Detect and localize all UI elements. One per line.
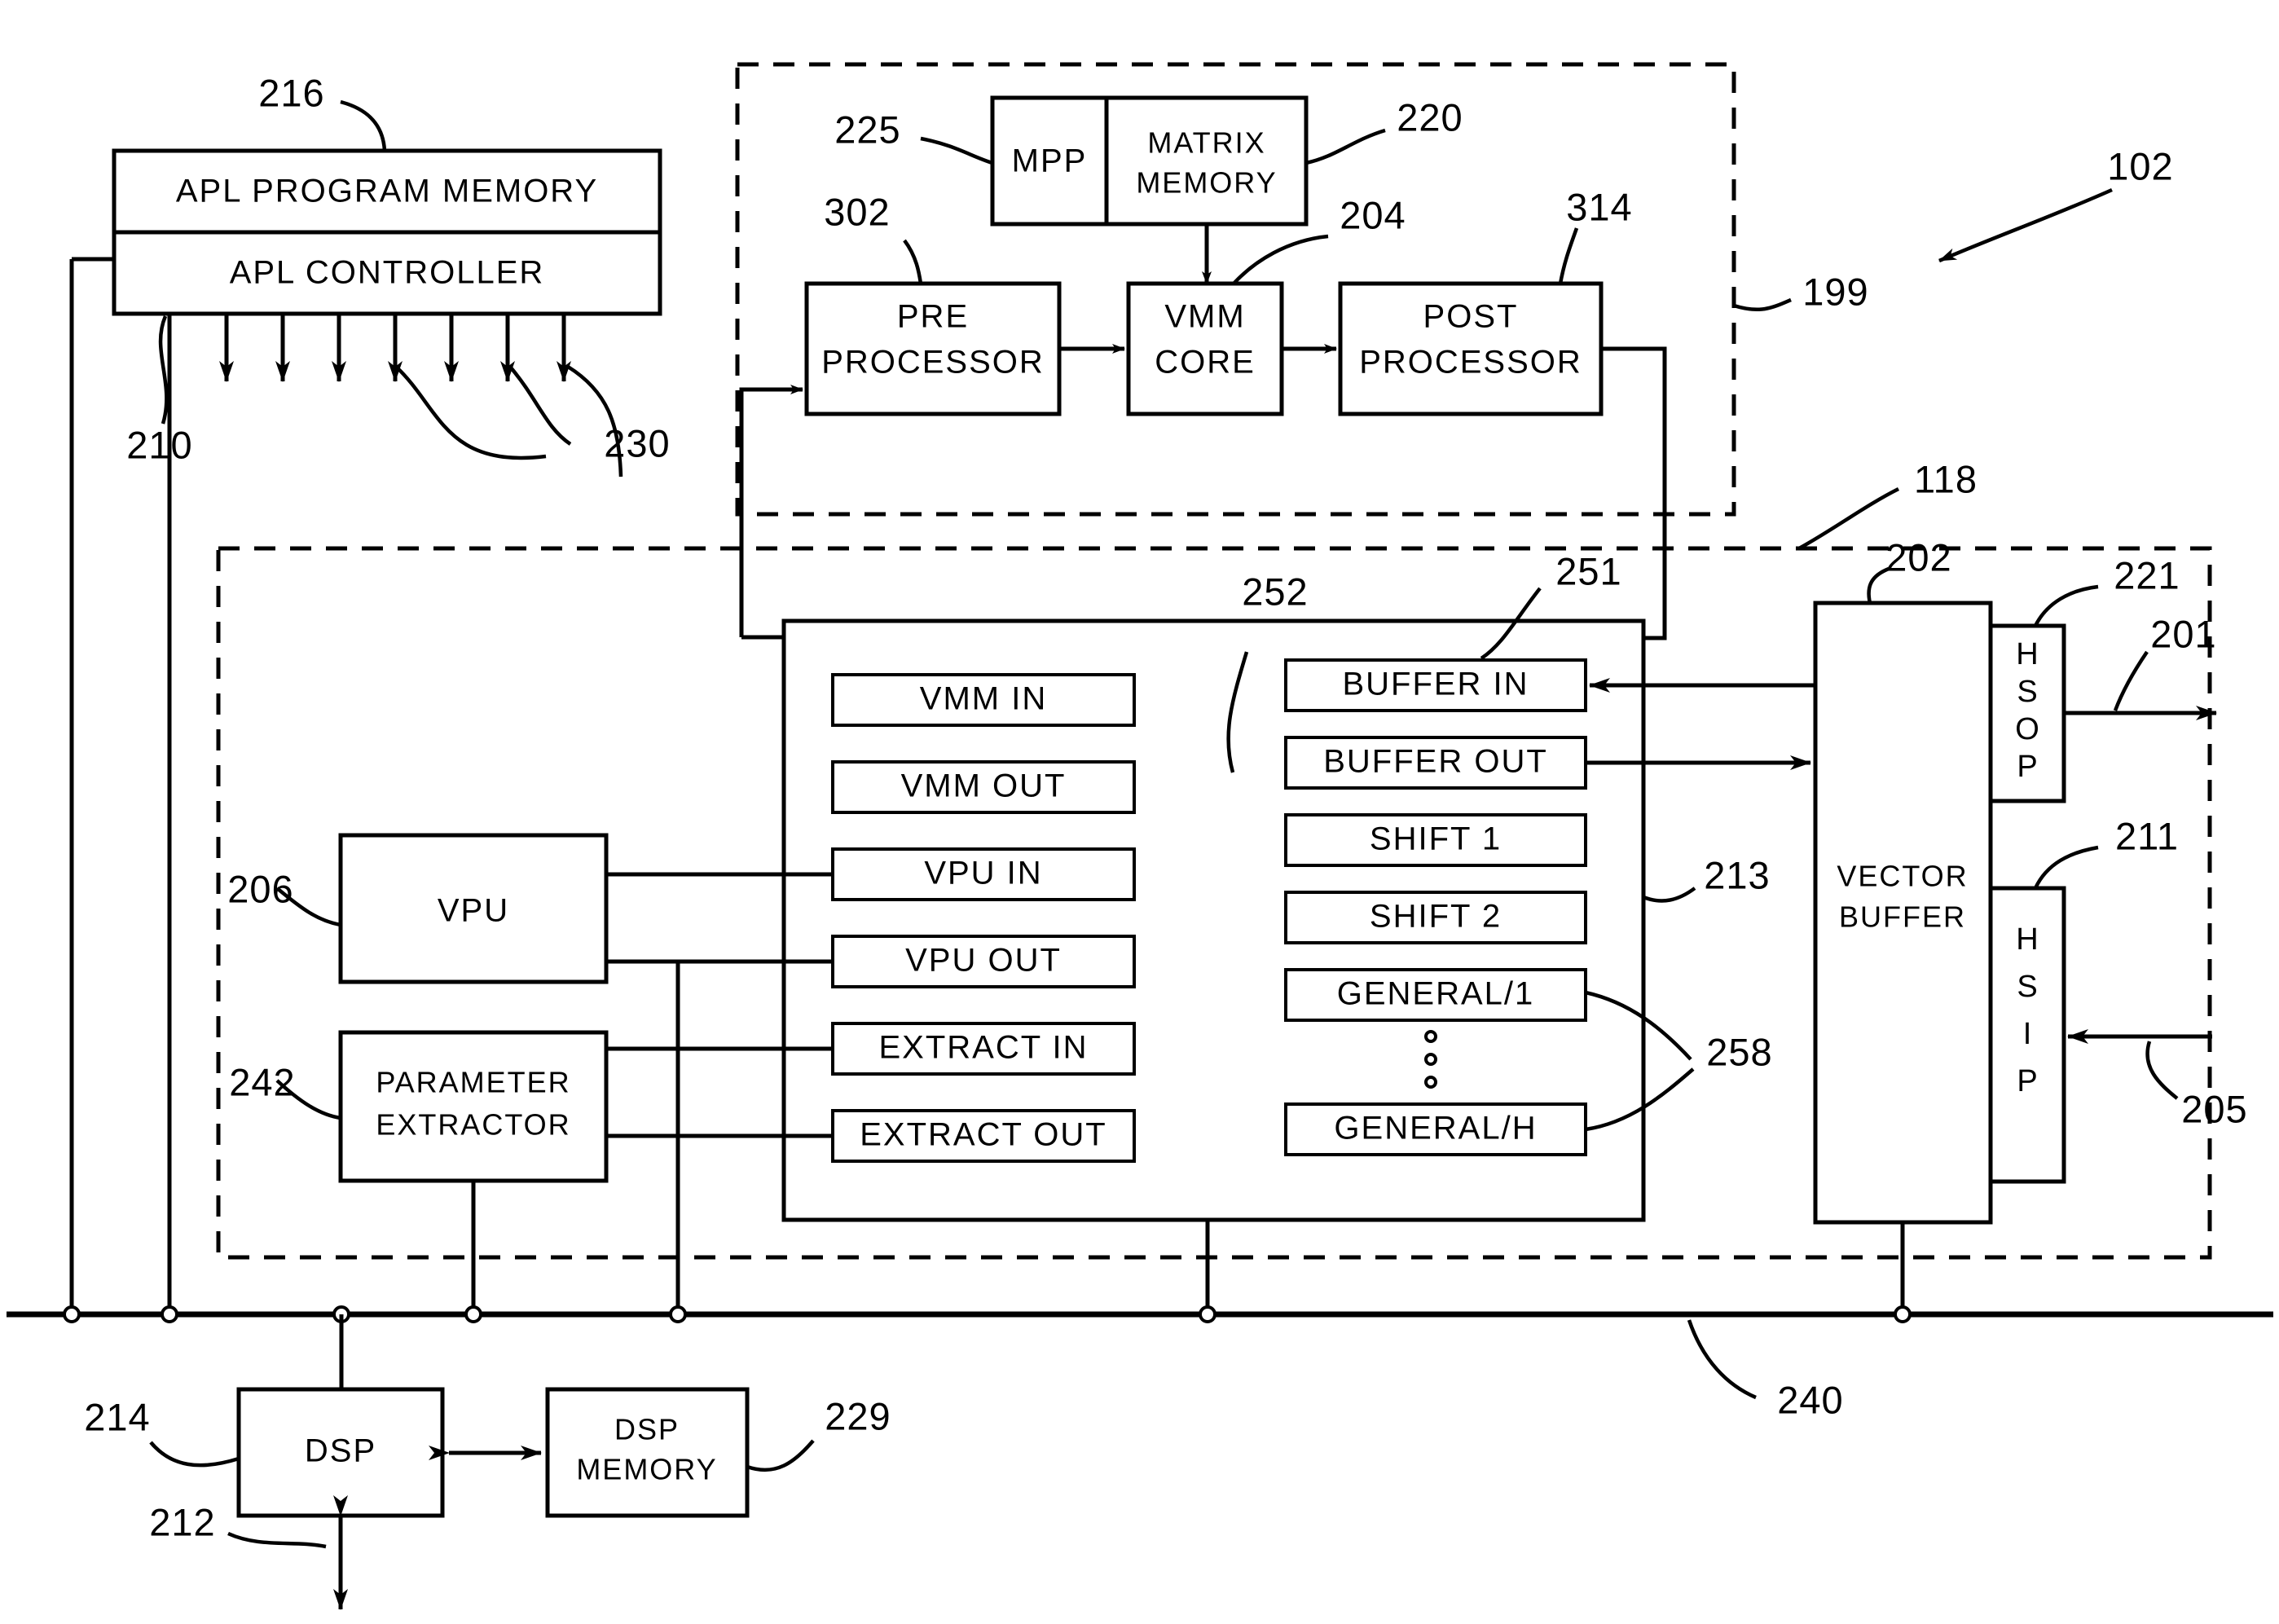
register-ellipsis: [1424, 1030, 1437, 1089]
mpp-label: MPP: [1012, 143, 1088, 179]
ref-225: 225: [834, 108, 900, 151]
svg-text:S: S: [2017, 675, 2037, 709]
lead-210: [158, 315, 169, 425]
dsp-memory-label-line2: MEMORY: [576, 1453, 717, 1486]
register-extract-out-label: EXTRACT OUT: [860, 1117, 1107, 1153]
pre-processor-label-line1: PRE: [897, 299, 969, 335]
post-processor-label-line2: PROCESSOR: [1359, 345, 1582, 381]
ref-214: 214: [84, 1395, 150, 1438]
ref-314: 314: [1566, 185, 1632, 228]
dsp-memory-label-line1: DSP: [614, 1413, 680, 1446]
parameter-extractor-label-line1: PARAMETER: [376, 1066, 570, 1099]
pre-processor-label-line2: PROCESSOR: [821, 345, 1045, 381]
svg-text:H: H: [2016, 922, 2038, 957]
register-buffer-out-label: BUFFER OUT: [1323, 744, 1548, 780]
ref-118: 118: [1914, 457, 1978, 500]
svg-text:S: S: [2017, 970, 2037, 1004]
lead-229: [746, 1439, 815, 1472]
lead-230-a: [394, 365, 547, 460]
lead-205: [2145, 1041, 2179, 1100]
lead-214: [149, 1441, 240, 1468]
ref-302: 302: [824, 190, 890, 233]
svg-text:O: O: [2015, 712, 2039, 746]
register-vpu-out-label: VPU OUT: [905, 943, 1062, 979]
ref-204: 204: [1340, 193, 1406, 236]
ref-220: 220: [1397, 95, 1463, 139]
svg-text:P: P: [2017, 750, 2037, 784]
lead-302: [903, 239, 923, 284]
lead-211: [2033, 845, 2099, 889]
register-shift-2-label: SHIFT 2: [1370, 899, 1502, 935]
apl-controller-label: APL CONTROLLER: [230, 255, 545, 291]
lead-118: [1797, 486, 1900, 550]
vector-buffer-label-line1: VECTOR: [1837, 860, 1968, 893]
ref-242: 242: [229, 1060, 295, 1103]
vector-buffer-label-line2: BUFFER: [1839, 900, 1966, 934]
register-extract-in-label: EXTRACT IN: [878, 1030, 1088, 1066]
lead-216: [340, 99, 387, 152]
figure-canvas: APL PROGRAM MEMORY APL CONTROLLER 216 21…: [7, 62, 2273, 1610]
lead-220: [1305, 128, 1386, 165]
ref-212: 212: [149, 1500, 215, 1543]
lead-225: [920, 136, 993, 165]
patent-figure: APL PROGRAM MEMORY APL CONTROLLER 216 21…: [0, 0, 2279, 1624]
ref-206: 206: [227, 867, 293, 910]
svg-text:P: P: [2017, 1064, 2037, 1098]
ref-199: 199: [1802, 270, 1868, 313]
ref-102: 102: [2107, 144, 2173, 187]
parameter-extractor-block: [338, 1030, 609, 1183]
matrix-memory-block: [1104, 95, 1309, 227]
register-general-1-label: GENERAL/1: [1337, 976, 1535, 1012]
dsp-label: DSP: [305, 1433, 376, 1469]
ref-202: 202: [1885, 535, 1951, 579]
lead-213: [1643, 887, 1696, 903]
ref-205: 205: [2181, 1087, 2247, 1130]
lead-240: [1687, 1319, 1757, 1400]
register-vmm-in-label: VMM IN: [920, 681, 1047, 717]
ref-213: 213: [1704, 853, 1770, 896]
ref-230: 230: [604, 421, 670, 464]
matrix-memory-label-line1: MATRIX: [1147, 126, 1265, 160]
svg-text:H: H: [2016, 637, 2038, 671]
register-vmm-out-label: VMM OUT: [901, 768, 1067, 804]
apl-program-memory-label: APL PROGRAM MEMORY: [176, 174, 598, 209]
ref-258: 258: [1706, 1030, 1772, 1073]
lead-212: [227, 1531, 327, 1549]
ref-229: 229: [825, 1394, 891, 1437]
lead-204: [1232, 234, 1329, 285]
ref-251: 251: [1555, 549, 1621, 592]
vpu-label: VPU: [438, 893, 509, 929]
svg-text:I: I: [2023, 1017, 2032, 1051]
lead-102: [1938, 187, 2113, 263]
vmm-core-label-line1: VMM: [1164, 299, 1245, 335]
ref-221: 221: [2114, 553, 2180, 596]
ref-211: 211: [2115, 814, 2179, 857]
register-buffer-in-label: BUFFER IN: [1342, 667, 1529, 702]
vmm-core-label-line2: CORE: [1155, 345, 1256, 381]
ref-216: 216: [258, 71, 324, 114]
ref-201: 201: [2150, 612, 2216, 655]
parameter-extractor-label-line2: EXTRACTOR: [376, 1108, 570, 1142]
lead-199: [1733, 297, 1792, 312]
ref-240: 240: [1777, 1378, 1843, 1421]
ref-252: 252: [1242, 570, 1308, 613]
lead-230-b: [508, 365, 572, 446]
register-shift-1-label: SHIFT 1: [1370, 821, 1502, 857]
register-vpu-in-label: VPU IN: [924, 856, 1042, 891]
register-general-h-label: GENERAL/H: [1334, 1111, 1537, 1146]
lead-221: [2033, 584, 2099, 627]
lead-314: [1558, 227, 1579, 284]
ref-210: 210: [126, 423, 192, 466]
post-processor-label-line1: POST: [1423, 299, 1519, 335]
lead-201: [2113, 650, 2149, 711]
matrix-memory-label-line2: MEMORY: [1136, 166, 1277, 200]
